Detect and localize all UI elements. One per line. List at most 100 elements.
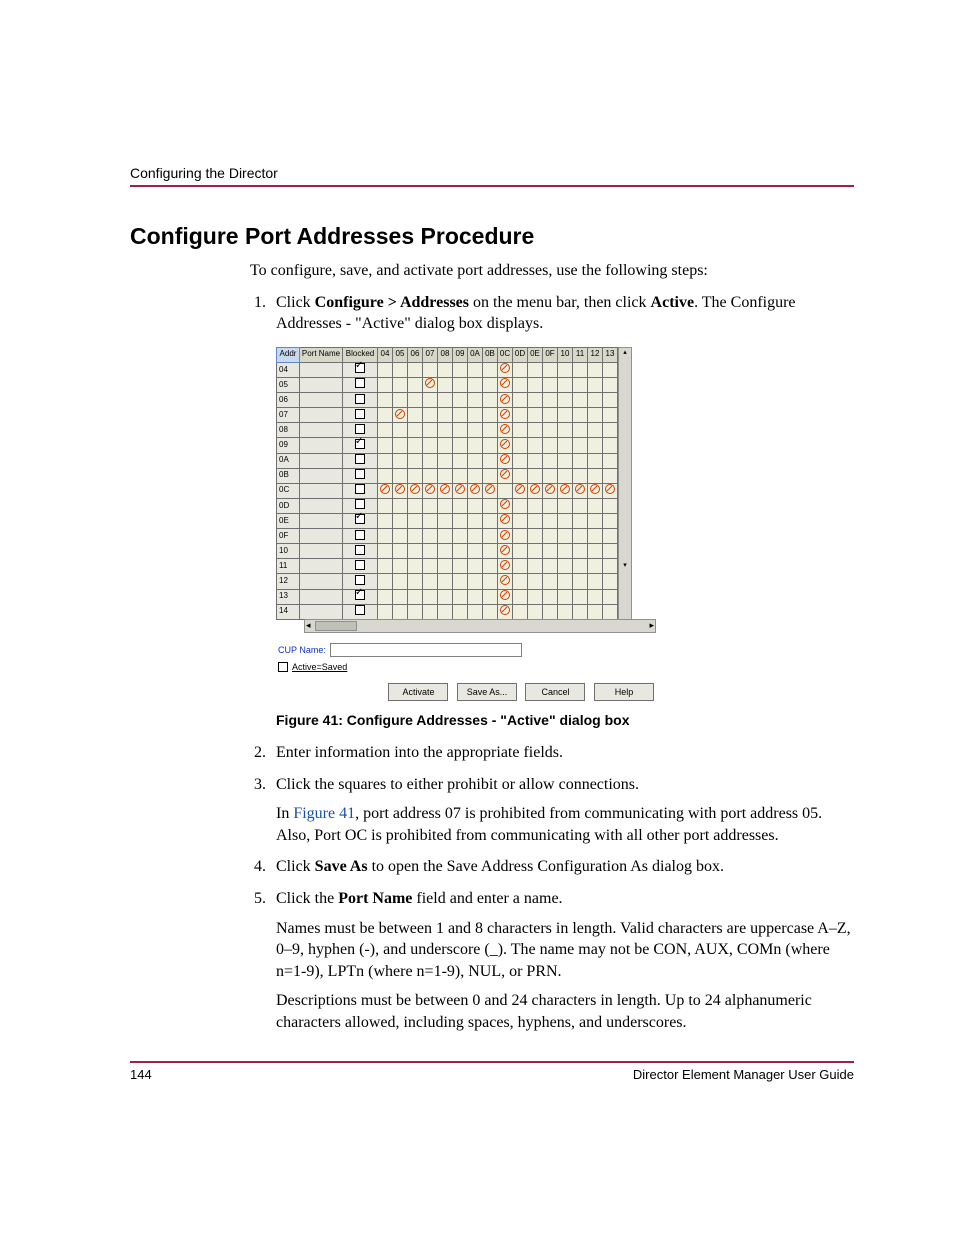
matrix-cell[interactable] (543, 393, 558, 408)
blocked-checkbox[interactable] (355, 530, 365, 540)
matrix-cell[interactable] (393, 574, 408, 589)
matrix-cell[interactable] (423, 529, 438, 544)
matrix-cell[interactable] (483, 604, 498, 619)
matrix-cell[interactable] (558, 362, 573, 377)
matrix-cell[interactable] (603, 574, 618, 589)
port-name-cell[interactable] (300, 574, 343, 589)
matrix-cell[interactable] (603, 529, 618, 544)
matrix-cell[interactable] (588, 589, 603, 604)
matrix-cell[interactable] (558, 423, 573, 438)
matrix-cell[interactable] (603, 378, 618, 393)
matrix-cell[interactable] (573, 453, 588, 468)
matrix-cell[interactable] (588, 604, 603, 619)
matrix-cell[interactable] (498, 393, 513, 408)
matrix-cell[interactable] (438, 544, 453, 559)
port-name-cell[interactable] (300, 468, 343, 483)
matrix-cell[interactable] (408, 362, 423, 377)
active-saved-checkbox[interactable] (278, 662, 288, 672)
matrix-cell[interactable] (453, 589, 468, 604)
matrix-cell[interactable] (543, 513, 558, 528)
matrix-cell[interactable] (468, 408, 483, 423)
matrix-cell[interactable] (558, 529, 573, 544)
matrix-cell[interactable] (483, 408, 498, 423)
matrix-cell[interactable] (468, 513, 483, 528)
blocked-checkbox[interactable] (355, 394, 365, 404)
matrix-cell[interactable] (483, 589, 498, 604)
matrix-cell[interactable] (393, 378, 408, 393)
blocked-checkbox[interactable] (355, 363, 365, 373)
matrix-cell[interactable] (558, 378, 573, 393)
matrix-cell[interactable] (573, 438, 588, 453)
blocked-checkbox[interactable] (355, 560, 365, 570)
matrix-cell[interactable] (408, 589, 423, 604)
matrix-cell[interactable] (438, 559, 453, 574)
matrix-cell[interactable] (513, 498, 528, 513)
matrix-cell[interactable] (603, 453, 618, 468)
matrix-cell[interactable] (513, 559, 528, 574)
matrix-cell[interactable] (378, 453, 393, 468)
blocked-checkbox[interactable] (355, 605, 365, 615)
matrix-cell[interactable] (588, 513, 603, 528)
matrix-cell[interactable] (588, 408, 603, 423)
matrix-cell[interactable] (513, 378, 528, 393)
matrix-cell[interactable] (453, 378, 468, 393)
matrix-cell[interactable] (378, 483, 393, 498)
cancel-button[interactable]: Cancel (525, 683, 585, 701)
matrix-cell[interactable] (603, 423, 618, 438)
matrix-cell[interactable] (408, 574, 423, 589)
matrix-cell[interactable] (483, 559, 498, 574)
matrix-cell[interactable] (423, 438, 438, 453)
matrix-cell[interactable] (393, 468, 408, 483)
matrix-cell[interactable] (528, 378, 543, 393)
vertical-scrollbar[interactable]: ▴▾ (618, 347, 632, 620)
matrix-cell[interactable] (573, 559, 588, 574)
matrix-cell[interactable] (393, 438, 408, 453)
matrix-cell[interactable] (378, 544, 393, 559)
matrix-cell[interactable] (483, 574, 498, 589)
matrix-cell[interactable] (588, 529, 603, 544)
matrix-cell[interactable] (378, 529, 393, 544)
matrix-cell[interactable] (408, 393, 423, 408)
matrix-cell[interactable] (543, 408, 558, 423)
matrix-cell[interactable] (468, 559, 483, 574)
matrix-cell[interactable] (573, 498, 588, 513)
matrix-cell[interactable] (423, 468, 438, 483)
port-name-cell[interactable] (300, 559, 343, 574)
matrix-cell[interactable] (573, 362, 588, 377)
matrix-cell[interactable] (423, 589, 438, 604)
matrix-cell[interactable] (453, 544, 468, 559)
matrix-cell[interactable] (528, 498, 543, 513)
blocked-checkbox[interactable] (355, 409, 365, 419)
matrix-cell[interactable] (558, 468, 573, 483)
cup-name-input[interactable] (330, 643, 522, 657)
matrix-cell[interactable] (423, 362, 438, 377)
matrix-cell[interactable] (453, 468, 468, 483)
matrix-cell[interactable] (408, 468, 423, 483)
matrix-cell[interactable] (573, 589, 588, 604)
matrix-cell[interactable] (588, 453, 603, 468)
matrix-cell[interactable] (603, 362, 618, 377)
matrix-cell[interactable] (498, 498, 513, 513)
matrix-cell[interactable] (513, 453, 528, 468)
matrix-cell[interactable] (468, 393, 483, 408)
matrix-cell[interactable] (543, 574, 558, 589)
matrix-cell[interactable] (543, 362, 558, 377)
port-name-cell[interactable] (300, 378, 343, 393)
matrix-cell[interactable] (408, 438, 423, 453)
matrix-cell[interactable] (603, 589, 618, 604)
matrix-cell[interactable] (408, 544, 423, 559)
blocked-checkbox[interactable] (355, 454, 365, 464)
matrix-cell[interactable] (378, 559, 393, 574)
matrix-cell[interactable] (588, 498, 603, 513)
matrix-cell[interactable] (468, 529, 483, 544)
matrix-cell[interactable] (423, 453, 438, 468)
matrix-cell[interactable] (603, 544, 618, 559)
matrix-cell[interactable] (453, 362, 468, 377)
matrix-cell[interactable] (393, 559, 408, 574)
matrix-cell[interactable] (468, 483, 483, 498)
matrix-cell[interactable] (543, 559, 558, 574)
matrix-cell[interactable] (378, 574, 393, 589)
matrix-cell[interactable] (498, 378, 513, 393)
matrix-cell[interactable] (393, 589, 408, 604)
matrix-cell[interactable] (498, 408, 513, 423)
